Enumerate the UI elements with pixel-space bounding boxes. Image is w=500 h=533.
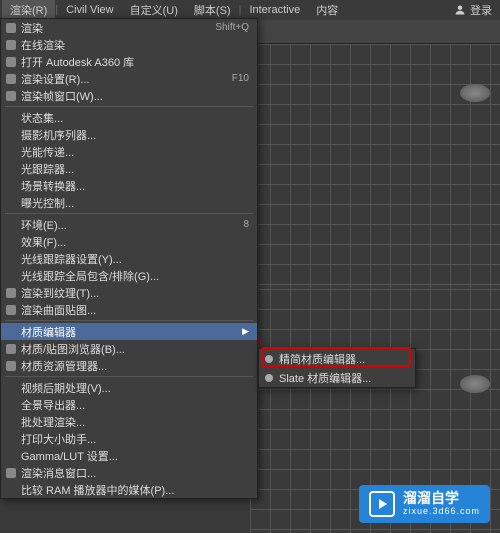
menu-shortcut: F10 xyxy=(232,73,249,84)
submenu-item[interactable]: 精简材质编辑器... xyxy=(259,349,415,368)
menu-item[interactable]: 渲染消息窗口... xyxy=(1,464,257,481)
menu-item[interactable]: 渲染到纹理(T)... xyxy=(1,284,257,301)
menu-item[interactable]: 渲染曲面贴图... xyxy=(1,301,257,318)
menu-item[interactable]: 曝光控制... xyxy=(1,194,257,211)
menu-item[interactable]: 环境(E)... 8 xyxy=(1,216,257,233)
menu-civil-view[interactable]: Civil View xyxy=(58,2,121,18)
menu-render[interactable]: 渲染(R) xyxy=(2,0,55,20)
menu-item-label: 打印大小助手... xyxy=(21,431,96,447)
menu-item[interactable]: 批处理渲染... xyxy=(1,413,257,430)
submenu-item[interactable]: Slate 材质编辑器... xyxy=(259,368,415,387)
menu-item-label: 渲染曲面贴图... xyxy=(21,302,96,318)
menu-separator xyxy=(5,106,253,107)
menu-item[interactable]: 渲染设置(R)... F10 xyxy=(1,70,257,87)
render-menu: 渲染 Shift+Q 在线渲染打开 Autodesk A360 库渲染设置(R)..… xyxy=(0,18,258,499)
submenu-item-label: Slate 材质编辑器... xyxy=(279,370,371,386)
menu-item[interactable]: 在线渲染 xyxy=(1,36,257,53)
menu-item-label: 光跟踪器... xyxy=(21,161,74,177)
menu-item[interactable]: 状态集... xyxy=(1,109,257,126)
menu-item-label: 环境(E)... xyxy=(21,217,67,233)
menu-item-label: 视频后期处理(V)... xyxy=(21,380,111,396)
watermark-title: 溜溜自学 xyxy=(403,491,480,506)
menu-item[interactable]: 打开 Autodesk A360 库 xyxy=(1,53,257,70)
teapot-object xyxy=(460,84,490,102)
submenu-arrow-icon: ▶ xyxy=(242,326,249,337)
menu-separator xyxy=(5,320,253,321)
gear-icon xyxy=(4,72,18,86)
menu-item-label: 曝光控制... xyxy=(21,195,74,211)
menu-item-label: 光能传递... xyxy=(21,144,74,160)
menu-item-label: 场景转换器... xyxy=(21,178,85,194)
texture-icon xyxy=(4,286,18,300)
menu-interactive[interactable]: Interactive xyxy=(241,2,308,18)
menu-customize[interactable]: 自定义(U) xyxy=(122,0,186,20)
menu-item-label: 效果(F)... xyxy=(21,234,66,250)
menu-item-label: 在线渲染 xyxy=(21,37,65,53)
menu-item[interactable]: 渲染帧窗口(W)... xyxy=(1,87,257,104)
menu-item-label: 状态集... xyxy=(21,110,63,126)
menu-item[interactable]: 材质资源管理器... xyxy=(1,357,257,374)
menu-item-label: 摄影机序列器... xyxy=(21,127,96,143)
cloud-icon xyxy=(4,55,18,69)
menu-item[interactable]: 光线跟踪全局包含/排除(G)... xyxy=(1,267,257,284)
menu-item[interactable]: 全景导出器... xyxy=(1,396,257,413)
menu-item[interactable]: 效果(F)... xyxy=(1,233,257,250)
menu-item[interactable]: 比较 RAM 播放器中的媒体(P)... xyxy=(1,481,257,498)
menu-item-label: 打开 Autodesk A360 库 xyxy=(21,54,134,70)
menu-shortcut: Shift+Q xyxy=(215,22,249,33)
play-icon xyxy=(369,491,395,517)
user-icon xyxy=(454,4,466,16)
surface-icon xyxy=(4,303,18,317)
submenu-item-label: 精简材质编辑器... xyxy=(279,351,365,367)
menu-item-label: 材质资源管理器... xyxy=(21,358,107,374)
menu-separator xyxy=(5,376,253,377)
menu-item[interactable]: 场景转换器... xyxy=(1,177,257,194)
login-area[interactable]: 登录 xyxy=(454,2,500,18)
menu-shortcut: 8 xyxy=(243,219,249,230)
material-editor-submenu: 精简材质编辑器... Slate 材质编辑器... xyxy=(258,348,416,388)
menu-item-label: 光线跟踪器设置(Y)... xyxy=(21,251,122,267)
menu-item[interactable]: Gamma/LUT 设置... xyxy=(1,447,257,464)
menu-item[interactable]: 视频后期处理(V)... xyxy=(1,379,257,396)
menu-item[interactable]: 渲染 Shift+Q xyxy=(1,19,257,36)
menubar: 渲染(R) | Civil View 自定义(U) 脚本(S) | Intera… xyxy=(0,0,500,20)
menu-item-label: Gamma/LUT 设置... xyxy=(21,448,118,464)
menu-separator xyxy=(5,213,253,214)
watermark: 溜溜自学 zixue.3d66.com xyxy=(359,485,490,523)
menu-item-label: 比较 RAM 播放器中的媒体(P)... xyxy=(21,482,174,498)
menu-script[interactable]: 脚本(S) xyxy=(186,0,239,20)
menu-item[interactable]: 光线跟踪器设置(Y)... xyxy=(1,250,257,267)
menu-item[interactable]: 材质编辑器 ▶ xyxy=(1,323,257,340)
viewport-grid-top[interactable] xyxy=(250,44,500,289)
menu-item-label: 批处理渲染... xyxy=(21,414,85,430)
explorer-icon xyxy=(4,359,18,373)
menu-item-label: 全景导出器... xyxy=(21,397,85,413)
browser-icon xyxy=(4,342,18,356)
compact-icon xyxy=(262,352,276,366)
login-label: 登录 xyxy=(470,2,492,18)
menu-item[interactable]: 摄影机序列器... xyxy=(1,126,257,143)
menu-item[interactable]: 光跟踪器... xyxy=(1,160,257,177)
window-icon xyxy=(4,466,18,480)
teapot-icon xyxy=(4,38,18,52)
menu-item-label: 材质/贴图浏览器(B)... xyxy=(21,341,125,357)
window-icon xyxy=(4,89,18,103)
menu-item[interactable]: 打印大小助手... xyxy=(1,430,257,447)
menu-item[interactable]: 光能传递... xyxy=(1,143,257,160)
menu-item-label: 光线跟踪全局包含/排除(G)... xyxy=(21,268,159,284)
teapot-object xyxy=(460,375,490,393)
menu-item-label: 渲染设置(R)... xyxy=(21,71,89,87)
menu-item-label: 渲染 xyxy=(21,20,43,36)
menu-item-label: 渲染消息窗口... xyxy=(21,465,96,481)
menu-item[interactable]: 材质/贴图浏览器(B)... xyxy=(1,340,257,357)
menu-content[interactable]: 内容 xyxy=(308,0,346,20)
menu-item-label: 渲染到纹理(T)... xyxy=(21,285,99,301)
menu-item-label: 材质编辑器 xyxy=(21,324,76,340)
menu-item-label: 渲染帧窗口(W)... xyxy=(21,88,103,104)
teapot-icon xyxy=(4,21,18,35)
watermark-url: zixue.3d66.com xyxy=(403,507,480,517)
slate-icon xyxy=(262,371,276,385)
